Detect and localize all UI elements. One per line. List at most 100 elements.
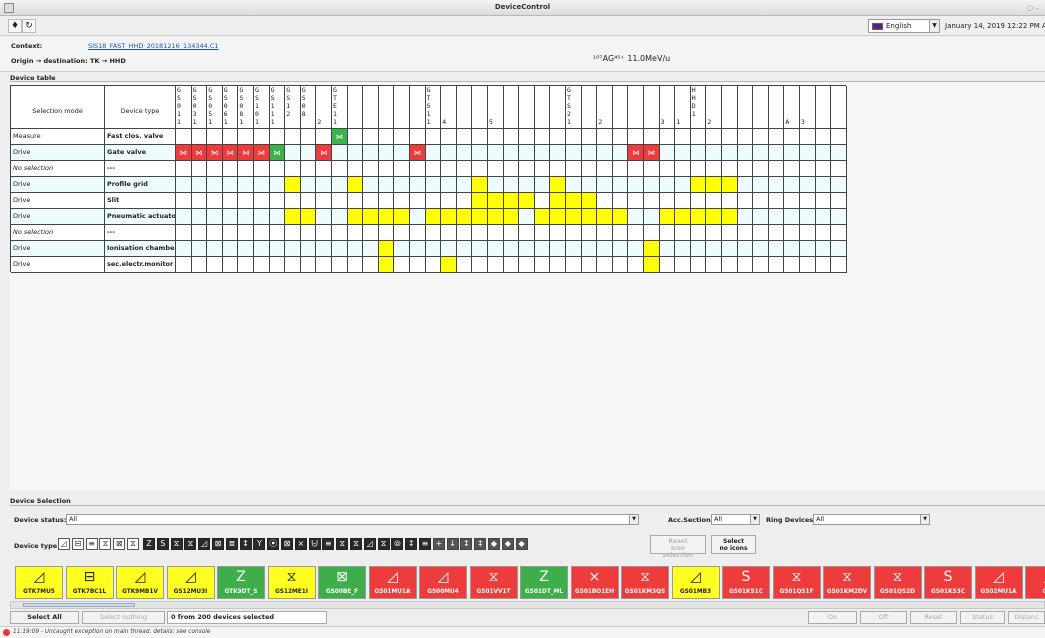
device-cell[interactable]	[768, 241, 785, 257]
device-tile[interactable]: ⨯ GS01BO1EH	[570, 566, 619, 599]
device-cell[interactable]	[238, 177, 254, 193]
device-cell[interactable]	[628, 225, 644, 241]
device-cell[interactable]	[534, 257, 551, 273]
row-selection-mode[interactable]: Drive	[11, 177, 105, 193]
device-cell[interactable]	[831, 193, 847, 209]
device-cell[interactable]	[722, 241, 738, 257]
device-cell[interactable]	[207, 225, 223, 241]
device-cell[interactable]	[597, 241, 613, 257]
device-cell[interactable]	[316, 225, 332, 241]
device-cell[interactable]	[612, 193, 629, 209]
device-tile[interactable]: ⧖ GS12ME1I	[267, 566, 316, 599]
scrollbar-thumb[interactable]	[23, 603, 135, 607]
device-type-icon[interactable]: ⨯	[294, 538, 307, 550]
device-cell[interactable]	[410, 177, 426, 193]
device-tile[interactable]: Z GTK9DT_S	[217, 566, 265, 599]
device-cell[interactable]	[394, 257, 410, 273]
device-cell-yellow[interactable]	[488, 193, 504, 209]
device-cell[interactable]	[410, 225, 426, 241]
device-cell-yellow[interactable]	[550, 193, 566, 209]
device-tile[interactable]: ⧖ GS01KM3QS	[621, 566, 669, 599]
device-cell[interactable]	[628, 209, 644, 225]
device-type-icon[interactable]: ⦾	[391, 538, 404, 550]
device-cell[interactable]	[768, 257, 785, 273]
device-type-icon[interactable]: ↕	[405, 538, 418, 550]
device-cell-yellow[interactable]	[566, 209, 582, 225]
device-cell[interactable]	[815, 177, 832, 193]
device-cell[interactable]	[737, 225, 754, 241]
device-tile[interactable]: ◿ GTK7MU5	[15, 566, 63, 599]
device-cell[interactable]	[176, 193, 192, 209]
device-cell[interactable]	[612, 161, 629, 177]
device-tile[interactable]: ◿ GS12MU3I	[166, 566, 215, 599]
device-cell[interactable]	[254, 209, 270, 225]
device-cell[interactable]	[659, 225, 676, 241]
device-cell[interactable]	[441, 225, 457, 241]
device-cell[interactable]	[472, 129, 488, 145]
device-cell[interactable]	[784, 161, 800, 177]
device-cell[interactable]	[784, 225, 800, 241]
device-type-icon[interactable]: ↕	[460, 538, 473, 550]
device-cell[interactable]	[269, 193, 286, 209]
device-cell[interactable]	[519, 225, 535, 241]
device-cell[interactable]	[800, 209, 816, 225]
device-cell[interactable]	[316, 209, 332, 225]
device-cell[interactable]	[534, 241, 551, 257]
device-cell[interactable]	[285, 193, 301, 209]
device-cell-yellow[interactable]	[456, 209, 473, 225]
row-selection-mode[interactable]: Drive	[11, 209, 105, 225]
device-cell[interactable]	[737, 145, 754, 161]
device-tile[interactable]: ◿ GS01MU1A	[368, 566, 417, 599]
device-cell[interactable]	[675, 161, 691, 177]
device-cell[interactable]	[254, 161, 270, 177]
device-cell-yellow[interactable]	[285, 209, 301, 225]
device-cell[interactable]	[238, 193, 254, 209]
device-cell[interactable]	[441, 161, 457, 177]
device-cell[interactable]	[784, 209, 800, 225]
device-cell[interactable]	[768, 177, 785, 193]
device-type-icon[interactable]: ‡	[474, 538, 487, 550]
device-cell[interactable]	[831, 177, 847, 193]
device-cell[interactable]	[285, 145, 301, 161]
device-cell-red[interactable]: ⋈	[207, 145, 223, 161]
device-cell[interactable]	[597, 257, 613, 273]
device-cell[interactable]	[581, 145, 598, 161]
device-cell[interactable]	[425, 145, 442, 161]
device-cell-yellow[interactable]	[300, 209, 317, 225]
device-cell[interactable]	[316, 161, 332, 177]
device-cell-yellow[interactable]	[472, 177, 488, 193]
device-cell[interactable]	[566, 225, 582, 241]
device-cell[interactable]	[628, 129, 644, 145]
device-cell[interactable]	[753, 209, 769, 225]
row-selection-mode[interactable]: No selection	[11, 225, 105, 241]
reset-icon-selection-button[interactable]: Reset icon selection	[650, 535, 706, 559]
action-button-on[interactable]: On	[808, 611, 857, 624]
device-cell[interactable]	[285, 225, 301, 241]
device-cell[interactable]	[706, 257, 722, 273]
device-cell[interactable]	[628, 193, 644, 209]
device-cell-yellow[interactable]	[378, 257, 395, 273]
device-cell-yellow[interactable]	[534, 209, 551, 225]
device-cell[interactable]	[784, 129, 800, 145]
device-cell[interactable]	[612, 241, 629, 257]
device-cell[interactable]	[784, 145, 800, 161]
device-cell[interactable]	[800, 241, 816, 257]
device-cell-red[interactable]: ⋈	[628, 145, 644, 161]
device-cell[interactable]	[378, 177, 395, 193]
device-tile[interactable]: ◿ GS00MU4	[419, 566, 467, 599]
device-cell[interactable]	[768, 145, 785, 161]
device-cell[interactable]	[347, 257, 364, 273]
device-cell-yellow[interactable]	[347, 209, 364, 225]
device-cell[interactable]	[690, 225, 707, 241]
device-cell[interactable]	[300, 145, 317, 161]
device-tile[interactable]: Z GS01DT_ML	[520, 566, 568, 599]
device-cell[interactable]	[254, 241, 270, 257]
device-tile[interactable]: ⧖ GS01QS2D	[873, 566, 922, 599]
device-cell[interactable]	[706, 145, 722, 161]
device-cell[interactable]	[238, 241, 254, 257]
device-cell[interactable]	[488, 257, 504, 273]
device-cell[interactable]	[597, 177, 613, 193]
device-cell[interactable]	[394, 241, 410, 257]
device-cell[interactable]	[768, 209, 785, 225]
device-cell[interactable]	[519, 241, 535, 257]
